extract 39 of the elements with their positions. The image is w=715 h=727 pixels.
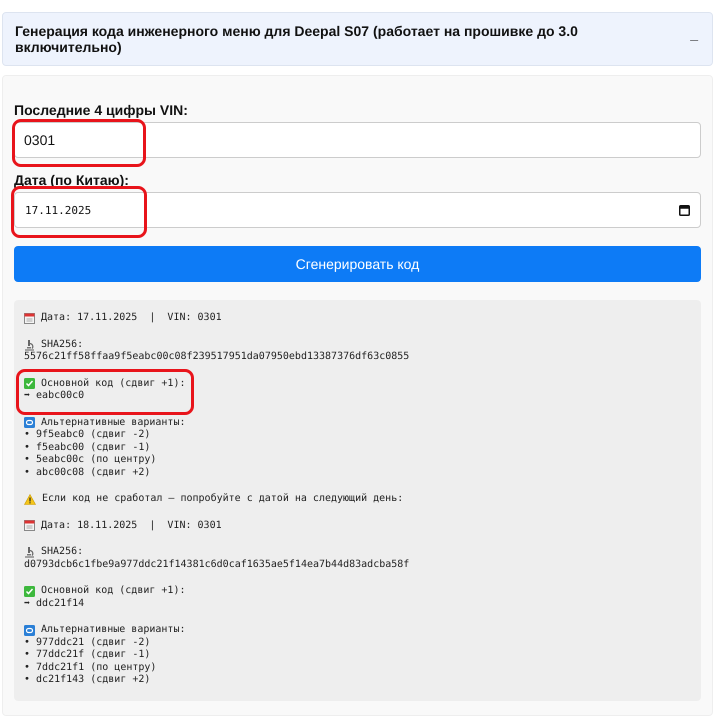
check-icon: [24, 378, 35, 390]
check-icon: [24, 586, 35, 597]
result-line: • dc21f143 (сдвиг +2): [24, 674, 150, 686]
date-field[interactable]: 17.11.2025: [14, 192, 701, 228]
collapse-toggle[interactable]: _: [690, 26, 698, 42]
result-line: • 5eabc00c (по центру): [24, 454, 156, 466]
result-line: Альтернативные варианты:: [41, 624, 186, 636]
result-line: ➡ ddc21f14: [24, 598, 84, 610]
calendar-icon[interactable]: [679, 204, 690, 216]
result-line: Альтернативные варианты:: [41, 416, 186, 429]
result-line: • f5eabc00 (сдвиг -1): [24, 442, 150, 454]
result-line: • 7ddc21f1 (по центру): [24, 662, 156, 674]
result-line: • abc00c08 (сдвиг +2): [24, 466, 150, 479]
microscope-icon: [24, 338, 35, 351]
result-line: Если код не сработал — попробуйте с датой на следующий день:: [42, 493, 404, 506]
result-line: SHA256:: [41, 338, 84, 351]
calendar-icon: [24, 312, 35, 324]
generate-button[interactable]: Сгенерировать код: [14, 246, 701, 282]
panel-title: Генерация кода инженерного меню для Deepal S07 (работает на прошивке до 3.0 включительно): [15, 23, 579, 55]
result-line: • 977ddc21 (сдвиг -2): [24, 636, 150, 649]
result-line: 5576c21ff58ffaa9f5eabc00c08f239517951da07950ebd13387376df63c0855: [24, 351, 410, 364]
result-line: ➡ eabc00c0: [24, 390, 84, 402]
result-line: Основной код (сдвиг +1):: [41, 378, 186, 390]
microscope-icon: [24, 546, 35, 558]
field-label: Последние 4 цифры VIN:: [14, 102, 188, 118]
accordion-header[interactable]: Генерация кода инженерного меню для Deepal S07 (работает на прошивке до 3.0 включительно) _: [2, 12, 713, 66]
result-line: Дата: 18.11.2025 | VIN: 0301: [41, 520, 222, 532]
result-line: SHA256:: [41, 546, 84, 558]
result-line: d0793dcb6c1fbe9a977ddc21f14381c6d0caf1635ae5f14ea7b44d83adcba58f: [24, 558, 410, 571]
result-line: • 9f5eabc0 (сдвиг -2): [24, 429, 150, 442]
vin-input-field[interactable]: 0301: [14, 122, 701, 158]
repeat-icon: [24, 624, 35, 636]
result-line: • 77ddc21f (сдвиг -1): [24, 649, 150, 662]
field-label: Дата (по Китаю):: [14, 172, 129, 188]
repeat-icon: [24, 417, 35, 428]
result-line: Основной код (сдвиг +1):: [41, 585, 186, 598]
calendar-icon: [24, 520, 35, 532]
warning-icon: [24, 494, 36, 505]
result-line: Дата: 17.11.2025 | VIN: 0301: [41, 312, 222, 324]
